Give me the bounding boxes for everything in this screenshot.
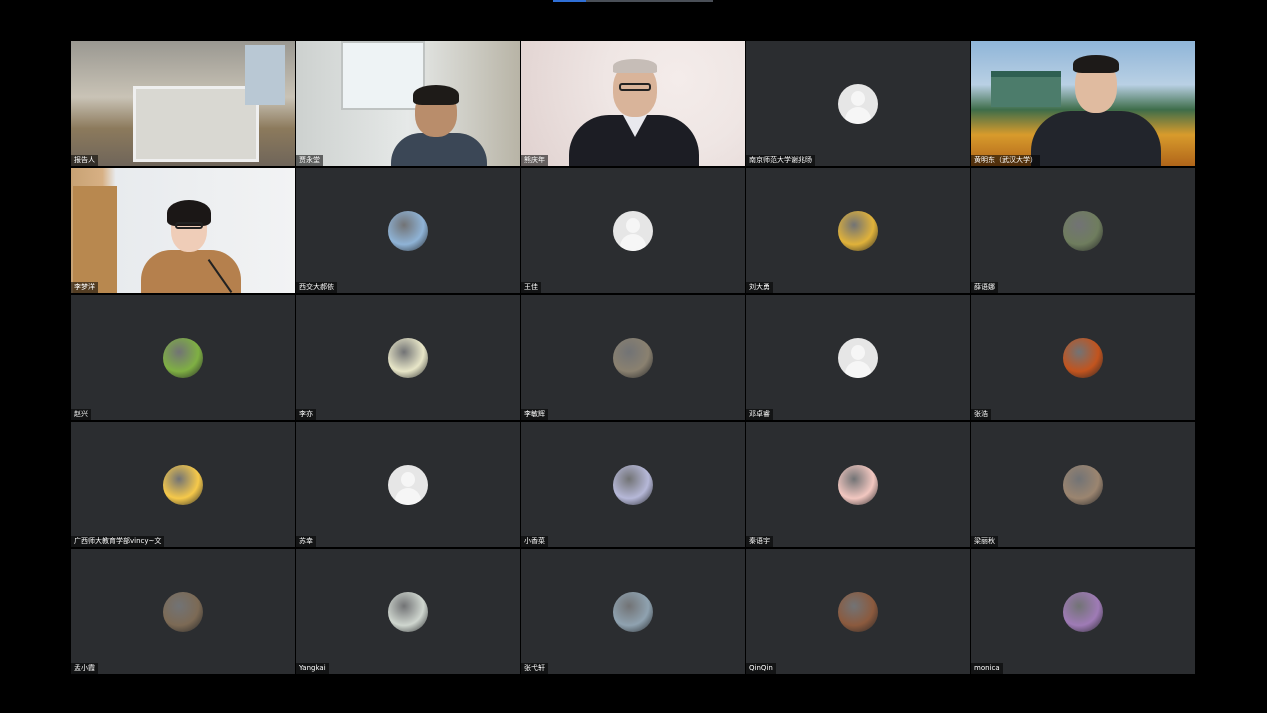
participant-tile[interactable]: 薛语娜 — [971, 168, 1195, 293]
participant-tile[interactable]: 李梦洋 — [71, 168, 295, 293]
participant-tile[interactable]: 贾永堂 — [296, 41, 520, 166]
bride-photo-avatar — [388, 591, 428, 632]
participant-name: 李敏辉 — [521, 409, 548, 420]
brown-bear-avatar — [838, 591, 878, 632]
participant-tile[interactable]: 熊庆年 — [521, 41, 745, 166]
participant-video — [71, 41, 295, 166]
participant-name: 邓卓睿 — [746, 409, 773, 420]
cartoon-pig-avatar — [838, 464, 878, 505]
participant-tile[interactable]: 张弋轩 — [521, 549, 745, 674]
participant-name: 张浩 — [971, 409, 991, 420]
participant-name: 苏幸 — [296, 536, 316, 547]
cartoon-duck-avatar — [163, 464, 203, 505]
participant-video — [971, 41, 1195, 166]
portrait-avatar — [613, 591, 653, 632]
participant-tile[interactable]: 报告人 — [71, 41, 295, 166]
default-avatar-icon — [388, 464, 428, 505]
participant-name: 小香菜 — [521, 536, 548, 547]
building-photo-avatar — [613, 337, 653, 378]
participant-name: 黄明东（武汉大学） — [971, 155, 1040, 166]
yellow-duck-avatar — [838, 210, 878, 251]
participant-tile[interactable]: 南京师范大学谢兆旸 — [746, 41, 970, 166]
white-flower-avatar — [388, 337, 428, 378]
forest-avatar — [1063, 210, 1103, 251]
participant-name: 西交大郝依 — [296, 282, 337, 293]
autumn-leaves-avatar — [1063, 337, 1103, 378]
participant-tile[interactable]: 梁丽秋 — [971, 422, 1195, 547]
participant-video — [521, 41, 745, 166]
default-avatar-icon — [838, 337, 878, 378]
participant-tile[interactable]: 张浩 — [971, 295, 1195, 420]
participant-name: 贾永堂 — [296, 155, 323, 166]
participant-tile[interactable]: 西交大郝依 — [296, 168, 520, 293]
green-field-avatar — [163, 337, 203, 378]
participant-name: 报告人 — [71, 155, 98, 166]
participant-video — [71, 168, 295, 293]
hands-plant-avatar — [163, 591, 203, 632]
participant-tile[interactable]: 秦语宇 — [746, 422, 970, 547]
participant-name: 王佳 — [521, 282, 541, 293]
participant-video — [296, 41, 520, 166]
participant-name: 李亦 — [296, 409, 316, 420]
default-avatar-icon — [613, 210, 653, 251]
participant-name: 张弋轩 — [521, 663, 548, 674]
participant-name: 赵兴 — [71, 409, 91, 420]
participant-tile[interactable]: 广西师大教育学部vincy~文 — [71, 422, 295, 547]
participant-tile[interactable]: monica — [971, 549, 1195, 674]
participant-tile[interactable]: 刘大勇 — [746, 168, 970, 293]
participant-gallery: 报告人 贾永堂 熊庆年 南京师范大学谢兆旸 黄明东（武汉大学） 李梦洋 西交大郝依 王佳 刘大勇… — [71, 41, 1195, 674]
participant-name: monica — [971, 663, 1003, 674]
participant-tile[interactable]: 李亦 — [296, 295, 520, 420]
participant-name: 秦语宇 — [746, 536, 773, 547]
participant-name: 梁丽秋 — [971, 536, 998, 547]
participant-tile[interactable]: 邓卓睿 — [746, 295, 970, 420]
cartoon-girl-avatar — [1063, 591, 1103, 632]
hedgehog-avatar — [1063, 464, 1103, 505]
participant-tile[interactable]: QinQin — [746, 549, 970, 674]
mountain-painting-avatar — [388, 210, 428, 251]
participant-name: 广西师大教育学部vincy~文 — [71, 536, 165, 547]
participant-tile[interactable]: 小香菜 — [521, 422, 745, 547]
participant-name: 熊庆年 — [521, 155, 548, 166]
participant-tile[interactable]: 黄明东（武汉大学） — [971, 41, 1195, 166]
indicator-active-segment — [553, 0, 586, 2]
participant-tile[interactable]: 李敏辉 — [521, 295, 745, 420]
participant-name: Yangkai — [296, 663, 329, 674]
participant-tile[interactable]: 赵兴 — [71, 295, 295, 420]
participant-name: 孟小霞 — [71, 663, 98, 674]
participant-tile[interactable]: Yangkai — [296, 549, 520, 674]
participant-tile[interactable]: 孟小霞 — [71, 549, 295, 674]
participant-name: 李梦洋 — [71, 282, 98, 293]
participant-name: 刘大勇 — [746, 282, 773, 293]
participant-name: 南京师范大学谢兆旸 — [746, 155, 815, 166]
anime-girl-avatar — [613, 464, 653, 505]
default-avatar-icon — [838, 83, 878, 124]
participant-tile[interactable]: 苏幸 — [296, 422, 520, 547]
meeting-toolbar-indicator — [553, 0, 713, 2]
participant-name: 薛语娜 — [971, 282, 998, 293]
participant-name: QinQin — [746, 663, 776, 674]
participant-tile[interactable]: 王佳 — [521, 168, 745, 293]
